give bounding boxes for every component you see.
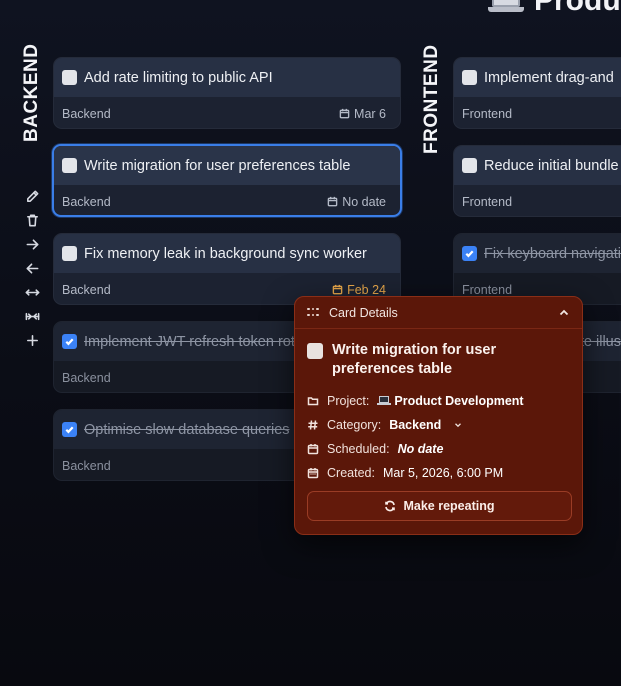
chevron-down-icon[interactable] <box>453 420 463 430</box>
task-title: Optimise slow database queries <box>84 421 290 438</box>
collapse-horizontal-icon[interactable] <box>21 304 43 328</box>
chevron-up-icon[interactable] <box>558 307 570 319</box>
task-category: Backend <box>62 370 111 385</box>
task-checkbox-checked[interactable] <box>462 246 477 261</box>
task-title: Fix keyboard navigatio <box>484 245 621 262</box>
details-checkbox[interactable] <box>307 343 323 359</box>
arrow-right-icon[interactable] <box>21 232 43 256</box>
task-checkbox-checked[interactable] <box>62 334 77 349</box>
details-scheduled-row: Scheduled: No date <box>307 437 570 461</box>
arrow-left-icon[interactable] <box>21 256 43 280</box>
column-label-backend: BACKEND <box>21 43 42 143</box>
laptop-icon <box>377 396 392 406</box>
card-details-title: Card Details <box>329 305 398 320</box>
task-category: Backend <box>62 106 111 121</box>
task-category: Frontend <box>462 282 513 297</box>
make-repeating-label: Make repeating <box>403 499 495 513</box>
task-date-due: Feb 24 <box>332 283 386 297</box>
calendar-icon <box>339 108 350 119</box>
task-title: Fix memory leak in background sync worke… <box>84 245 367 262</box>
make-repeating-button[interactable]: Make repeating <box>307 491 572 521</box>
task-card[interactable]: Fix memory leak in background sync worke… <box>53 233 401 305</box>
hash-icon <box>308 420 318 430</box>
task-checkbox[interactable] <box>62 70 77 85</box>
task-checkbox-checked[interactable] <box>62 422 77 437</box>
task-category: Backend <box>62 458 111 473</box>
task-card[interactable]: Implement drag-and Frontend <box>453 57 621 129</box>
calendar-icon <box>307 444 319 455</box>
category-dropdown[interactable]: Backend <box>389 418 441 432</box>
column-label-frontend: FRONTEND <box>421 44 442 154</box>
task-category: Frontend <box>462 194 513 209</box>
card-details-header[interactable]: Card Details <box>295 297 582 329</box>
details-project-row: Project: Product Development <box>307 389 570 413</box>
task-checkbox[interactable] <box>62 158 77 173</box>
board-title: Produ <box>488 0 621 18</box>
task-category: Backend <box>62 194 111 209</box>
created-label: Created: <box>327 466 375 480</box>
task-title: Implement JWT refresh token rotation <box>84 333 327 350</box>
task-category: Frontend <box>462 106 513 121</box>
task-card[interactable]: Add rate limiting to public API Backend … <box>53 57 401 129</box>
task-title: Implement drag-and <box>484 69 614 86</box>
task-title: Write migration for user preferences tab… <box>84 157 351 174</box>
calendar-icon <box>307 468 319 479</box>
task-card-done[interactable]: Fix keyboard navigatio Frontend <box>453 233 621 305</box>
details-category-row: Category: Backend <box>307 413 570 437</box>
pencil-icon[interactable] <box>21 184 43 208</box>
calendar-icon <box>332 284 343 295</box>
task-checkbox[interactable] <box>462 158 477 173</box>
task-card-selected[interactable]: Write migration for user preferences tab… <box>52 144 402 217</box>
details-created-row: Created: Mar 5, 2026, 6:00 PM <box>307 461 570 485</box>
kanban-board: Produ BACKEND FRONTEND Add rate limiting… <box>0 0 621 686</box>
folder-icon <box>307 397 319 406</box>
created-value: Mar 5, 2026, 6:00 PM <box>382 466 504 480</box>
card-toolbar <box>21 184 43 352</box>
expand-horizontal-icon[interactable] <box>21 280 43 304</box>
drag-handle-icon[interactable] <box>307 307 319 318</box>
repeat-icon <box>385 500 396 512</box>
task-card[interactable]: Reduce initial bundle Frontend <box>453 145 621 217</box>
project-label: Project: <box>327 394 370 408</box>
plus-icon[interactable] <box>21 328 43 352</box>
category-label: Category: <box>327 418 382 432</box>
trash-icon[interactable] <box>21 208 43 232</box>
calendar-icon <box>327 196 338 207</box>
task-date: Mar 6 <box>339 107 386 121</box>
task-checkbox[interactable] <box>62 246 77 261</box>
task-title: Reduce initial bundle <box>484 157 619 174</box>
scheduled-label: Scheduled: <box>327 442 390 456</box>
project-value[interactable]: Product Development <box>377 394 524 408</box>
board-title-text: Produ <box>534 0 621 17</box>
task-date: No date <box>327 195 386 209</box>
details-task-title: Write migration for user preferences tab… <box>332 342 497 377</box>
task-title: te illus <box>579 333 621 350</box>
scheduled-value[interactable]: No date <box>398 442 444 456</box>
card-details-popup: Card Details Write migration for user pr… <box>294 296 583 535</box>
laptop-icon <box>488 0 524 13</box>
task-category: Backend <box>62 282 111 297</box>
task-checkbox[interactable] <box>462 70 477 85</box>
task-title: Add rate limiting to public API <box>84 69 273 86</box>
